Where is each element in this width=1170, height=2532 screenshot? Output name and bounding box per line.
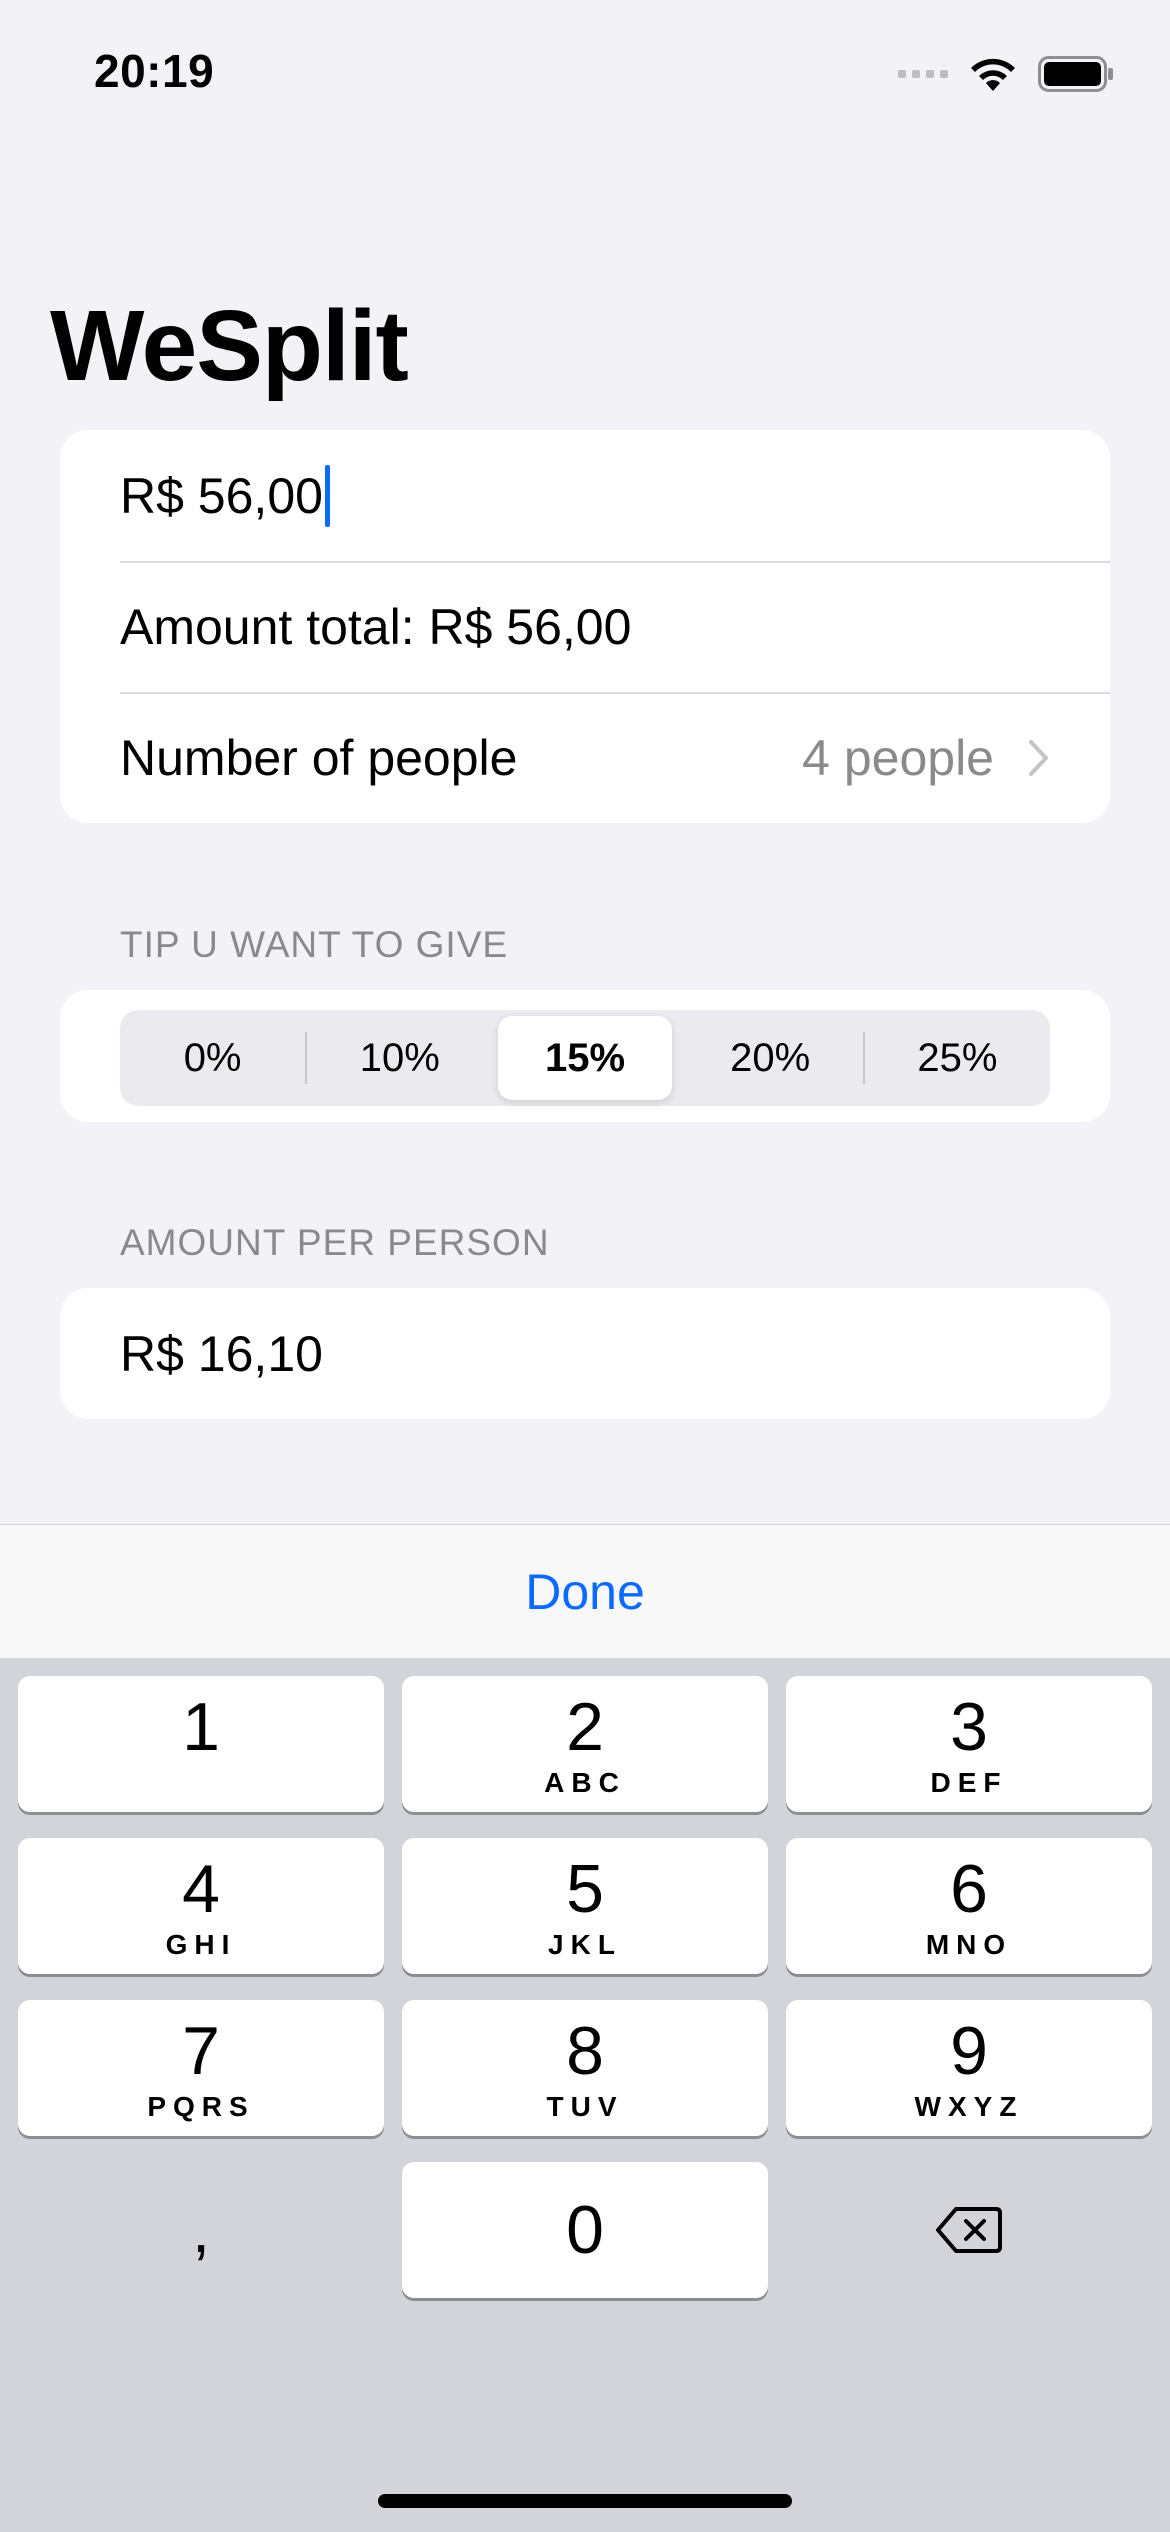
battery-icon bbox=[1038, 56, 1113, 92]
key-letters: WXYZ bbox=[914, 2091, 1024, 2122]
status-bar: 20:19 bbox=[0, 0, 1170, 150]
wifi-icon bbox=[971, 58, 1015, 91]
bill-card: R$ 56,00 Amount total: R$ 56,00 Number o… bbox=[60, 430, 1110, 823]
status-icons bbox=[898, 52, 1114, 96]
key-9[interactable]: 9 WXYZ bbox=[786, 2000, 1152, 2136]
people-label: Number of people bbox=[120, 729, 518, 786]
delete-key[interactable] bbox=[786, 2162, 1152, 2298]
key-7[interactable]: 7 PQRS bbox=[18, 2000, 384, 2136]
tip-card: 0% 10% 15% 20% 25% bbox=[60, 990, 1110, 1122]
key-3[interactable]: 3 DEF bbox=[786, 1676, 1152, 1812]
per-person-value: R$ 16,10 bbox=[120, 1325, 323, 1382]
per-person-row: R$ 16,10 bbox=[60, 1288, 1110, 1419]
key-number: 2 bbox=[566, 1689, 604, 1765]
tip-option-10[interactable]: 10% bbox=[313, 1016, 486, 1100]
segment-divider bbox=[305, 1032, 308, 1084]
per-person-card: R$ 16,10 bbox=[60, 1288, 1110, 1419]
tip-option-15[interactable]: 15% bbox=[498, 1016, 672, 1100]
key-4[interactable]: 4 GHI bbox=[18, 1838, 384, 1974]
decimal-key[interactable]: , bbox=[18, 2162, 384, 2298]
key-letters: GHI bbox=[165, 1929, 237, 1960]
chevron-right-icon bbox=[1029, 739, 1048, 776]
text-cursor bbox=[324, 464, 330, 527]
key-8[interactable]: 8 TUV bbox=[402, 2000, 768, 2136]
amount-input[interactable]: R$ 56,00 bbox=[60, 430, 1110, 561]
key-letters: ABC bbox=[544, 1767, 626, 1798]
key-2[interactable]: 2 ABC bbox=[402, 1676, 768, 1812]
amount-total-row: Amount total: R$ 56,00 bbox=[60, 561, 1110, 692]
tip-section-header: TIP U WANT TO GIVE bbox=[120, 924, 509, 965]
key-letters: TUV bbox=[546, 2091, 624, 2122]
tip-option-25[interactable]: 25% bbox=[871, 1016, 1044, 1100]
segment-divider bbox=[862, 1032, 865, 1084]
people-value-group: 4 people bbox=[802, 729, 1050, 787]
key-letters: DEF bbox=[930, 1767, 1008, 1798]
done-button[interactable]: Done bbox=[525, 1563, 645, 1621]
key-0[interactable]: 0 bbox=[402, 2162, 768, 2298]
amount-total-text: Amount total: R$ 56,00 bbox=[120, 598, 632, 655]
key-number: 7 bbox=[182, 2013, 220, 2089]
key-letters: MNO bbox=[925, 1929, 1013, 1960]
people-value: 4 people bbox=[802, 729, 994, 786]
number-of-people-picker[interactable]: Number of people 4 people bbox=[60, 692, 1110, 823]
tip-segmented-control: 0% 10% 15% 20% 25% bbox=[120, 1010, 1050, 1106]
home-indicator bbox=[378, 2494, 792, 2508]
tip-option-20[interactable]: 20% bbox=[684, 1016, 857, 1100]
signal-icon bbox=[898, 70, 948, 78]
key-5[interactable]: 5 JKL bbox=[402, 1838, 768, 1974]
page-title: WeSplit bbox=[50, 290, 409, 402]
per-person-section-header: AMOUNT PER PERSON bbox=[120, 1222, 550, 1263]
delete-backward-icon bbox=[936, 2207, 1002, 2253]
keyboard-area: Done 1 2 ABC 3 DEF 4 GHI 5 JKL 6 MNO 7 P… bbox=[0, 1524, 1170, 2532]
amount-input-value: R$ 56,00 bbox=[120, 467, 323, 524]
key-letters: JKL bbox=[548, 1929, 622, 1960]
key-number: 4 bbox=[182, 1851, 220, 1927]
key-number: 1 bbox=[182, 1689, 220, 1765]
keyboard-toolbar: Done bbox=[0, 1524, 1170, 1659]
key-number: 0 bbox=[566, 2192, 604, 2268]
decimal-key-label: , bbox=[192, 2194, 210, 2266]
status-time: 20:19 bbox=[94, 45, 215, 97]
key-6[interactable]: 6 MNO bbox=[786, 1838, 1152, 1974]
key-number: 9 bbox=[950, 2013, 988, 2089]
key-1[interactable]: 1 bbox=[18, 1676, 384, 1812]
key-number: 6 bbox=[950, 1851, 988, 1927]
tip-option-0[interactable]: 0% bbox=[126, 1016, 299, 1100]
key-letters: PQRS bbox=[147, 2091, 255, 2122]
key-number: 5 bbox=[566, 1851, 604, 1927]
key-number: 3 bbox=[950, 1689, 988, 1765]
number-pad: 1 2 ABC 3 DEF 4 GHI 5 JKL 6 MNO 7 PQRS 8 bbox=[0, 1658, 1170, 2532]
key-number: 8 bbox=[566, 2013, 604, 2089]
